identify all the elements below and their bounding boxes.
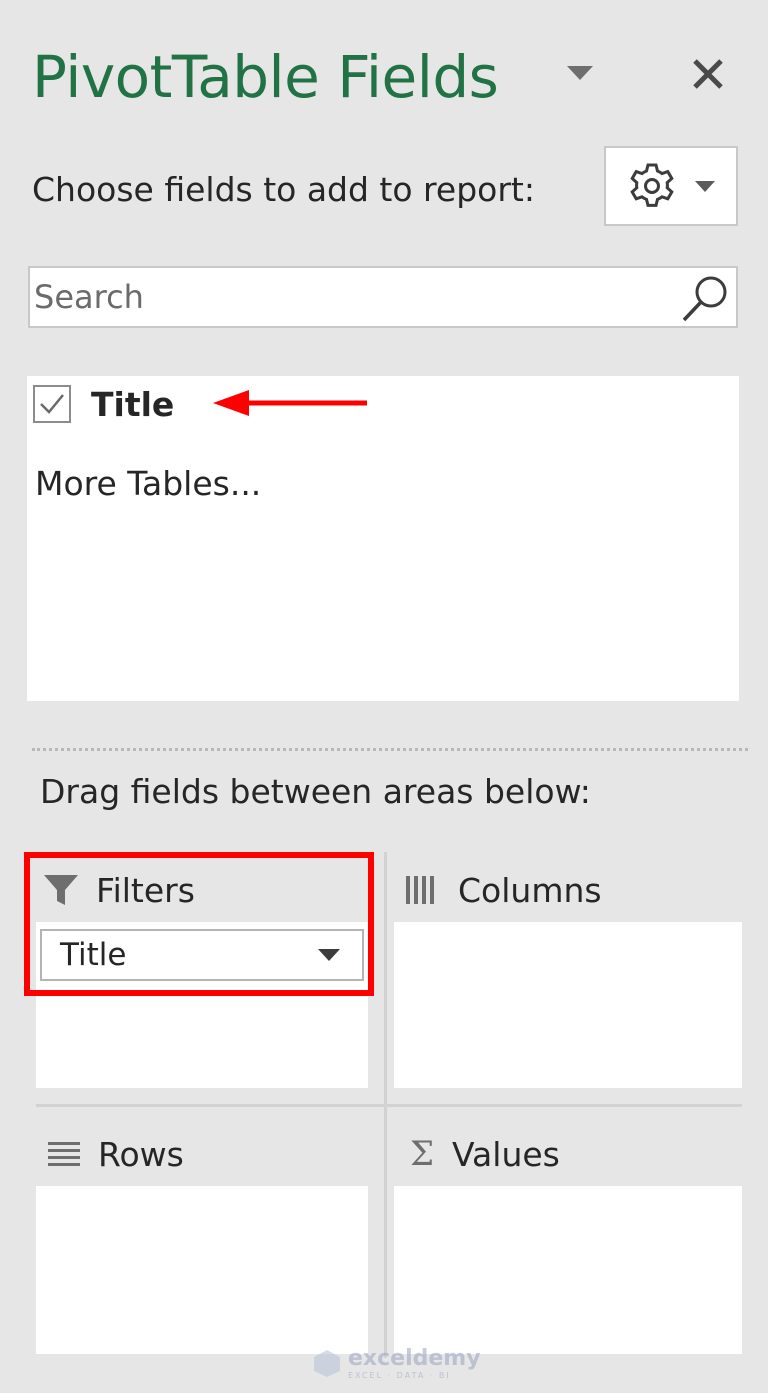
values-area-label: Values (452, 1134, 560, 1174)
exceldemy-logo-icon (314, 1350, 340, 1377)
close-icon (693, 59, 723, 89)
areas-horizontal-separator (36, 1104, 742, 1107)
field-checkbox[interactable] (33, 385, 71, 423)
pane-title: PivotTable Fields (32, 43, 499, 111)
columns-area-label: Columns (458, 870, 602, 910)
close-button[interactable] (684, 50, 732, 98)
chevron-down-icon (695, 180, 715, 192)
chevron-down-icon (567, 66, 593, 80)
rows-area-header: Rows (48, 1124, 184, 1184)
pane-options-button[interactable] (562, 58, 598, 88)
columns-area-dropzone[interactable] (394, 922, 742, 1088)
columns-area-header: Columns (406, 860, 602, 920)
more-tables-link[interactable]: More Tables... (35, 464, 261, 503)
field-list: Title More Tables... (27, 376, 739, 701)
check-icon (40, 394, 64, 414)
columns-icon (406, 876, 434, 904)
values-area-header: Σ Values (410, 1124, 560, 1184)
annotation-highlight-box (24, 852, 374, 996)
drag-fields-label: Drag fields between areas below: (40, 772, 591, 811)
section-divider (32, 748, 748, 751)
choose-fields-label: Choose fields to add to report: (32, 170, 535, 209)
field-label: Title (91, 384, 175, 424)
tools-button[interactable] (604, 146, 738, 226)
watermark-tagline: EXCEL · DATA · BI (348, 1371, 451, 1380)
gear-icon (630, 163, 674, 207)
values-area-dropzone[interactable] (394, 1186, 742, 1354)
rows-area-label: Rows (98, 1134, 184, 1174)
field-item-title[interactable]: Title (33, 382, 174, 426)
rows-icon (48, 1142, 80, 1166)
annotation-arrow (213, 390, 367, 416)
watermark: exceldemy EXCEL · DATA · BI (312, 1346, 481, 1380)
search-box[interactable] (28, 266, 738, 328)
watermark-name: exceldemy (348, 1346, 481, 1371)
search-icon[interactable] (680, 272, 732, 324)
rows-area-dropzone[interactable] (36, 1186, 368, 1354)
sigma-icon: Σ (410, 1134, 435, 1174)
search-input[interactable] (34, 268, 674, 326)
